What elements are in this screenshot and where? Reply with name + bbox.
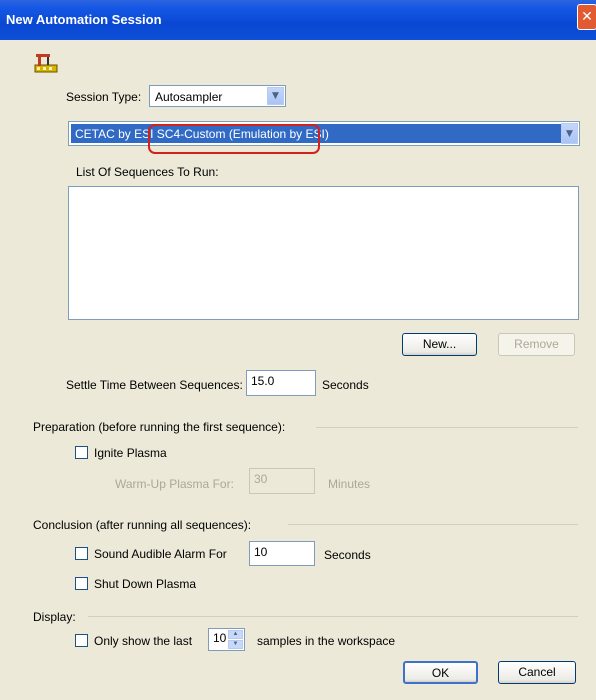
session-type-label: Session Type: xyxy=(66,90,142,104)
warmup-unit: Minutes xyxy=(328,477,371,491)
close-button[interactable]: ✕ xyxy=(577,4,596,30)
ok-button[interactable]: OK xyxy=(403,661,478,684)
remove-sequence-button[interactable]: Remove xyxy=(498,333,575,356)
chevron-down-icon[interactable]: ▼ xyxy=(561,123,578,144)
alarm-unit: Seconds xyxy=(324,548,371,562)
only-show-last-checkbox[interactable] xyxy=(75,634,88,647)
samples-count-value: 10 xyxy=(213,631,227,645)
only-show-last-label: Only show the last xyxy=(94,634,193,648)
autosampler-icon xyxy=(34,54,58,73)
shut-down-plasma-checkbox[interactable] xyxy=(75,577,88,590)
title-bar: New Automation Session ✕ xyxy=(0,0,596,40)
samples-count-input[interactable]: 10 ▲ ▼ xyxy=(208,628,245,651)
window-title: New Automation Session xyxy=(6,12,162,27)
ignite-plasma-label: Ignite Plasma xyxy=(94,446,167,460)
display-divider xyxy=(88,616,578,617)
display-heading: Display: xyxy=(33,610,76,624)
settle-time-input[interactable]: 15.0 xyxy=(246,370,316,396)
alarm-duration-input[interactable]: 10 xyxy=(249,541,315,566)
preparation-divider xyxy=(316,427,578,428)
conclusion-divider xyxy=(288,524,578,525)
settle-time-unit: Seconds xyxy=(322,378,369,392)
cancel-button[interactable]: Cancel xyxy=(498,661,576,684)
preparation-heading: Preparation (before running the first se… xyxy=(33,420,286,434)
warmup-input[interactable]: 30 xyxy=(249,468,315,494)
samples-suffix-label: samples in the workspace xyxy=(257,634,396,648)
spinner-up-icon[interactable]: ▲ xyxy=(228,630,243,639)
highlight-box xyxy=(148,124,320,154)
new-sequence-button[interactable]: New... xyxy=(402,333,477,356)
sequences-label: List Of Sequences To Run: xyxy=(76,165,219,179)
sound-alarm-label: Sound Audible Alarm For xyxy=(94,547,227,561)
ignite-plasma-checkbox[interactable] xyxy=(75,446,88,459)
session-type-select[interactable]: Autosampler ▼ xyxy=(149,85,286,107)
sound-alarm-checkbox[interactable] xyxy=(75,547,88,560)
conclusion-heading: Conclusion (after running all sequences)… xyxy=(33,518,252,532)
dialog-window: New Automation Session ✕ Session Type: A… xyxy=(0,0,596,700)
sequences-list[interactable] xyxy=(68,186,579,320)
chevron-down-icon[interactable]: ▼ xyxy=(267,87,284,105)
session-type-value: Autosampler xyxy=(155,90,223,104)
autosampler-select[interactable]: CETAC by ESI SC4-Custom (Emulation by ES… xyxy=(68,121,580,146)
settle-time-label: Settle Time Between Sequences: xyxy=(66,378,243,392)
spinner-down-icon[interactable]: ▼ xyxy=(228,640,243,649)
shut-down-plasma-label: Shut Down Plasma xyxy=(94,577,197,591)
close-icon: ✕ xyxy=(581,9,593,25)
warmup-label: Warm-Up Plasma For: xyxy=(115,477,234,491)
samples-spinner[interactable]: ▲ ▼ xyxy=(228,630,243,649)
